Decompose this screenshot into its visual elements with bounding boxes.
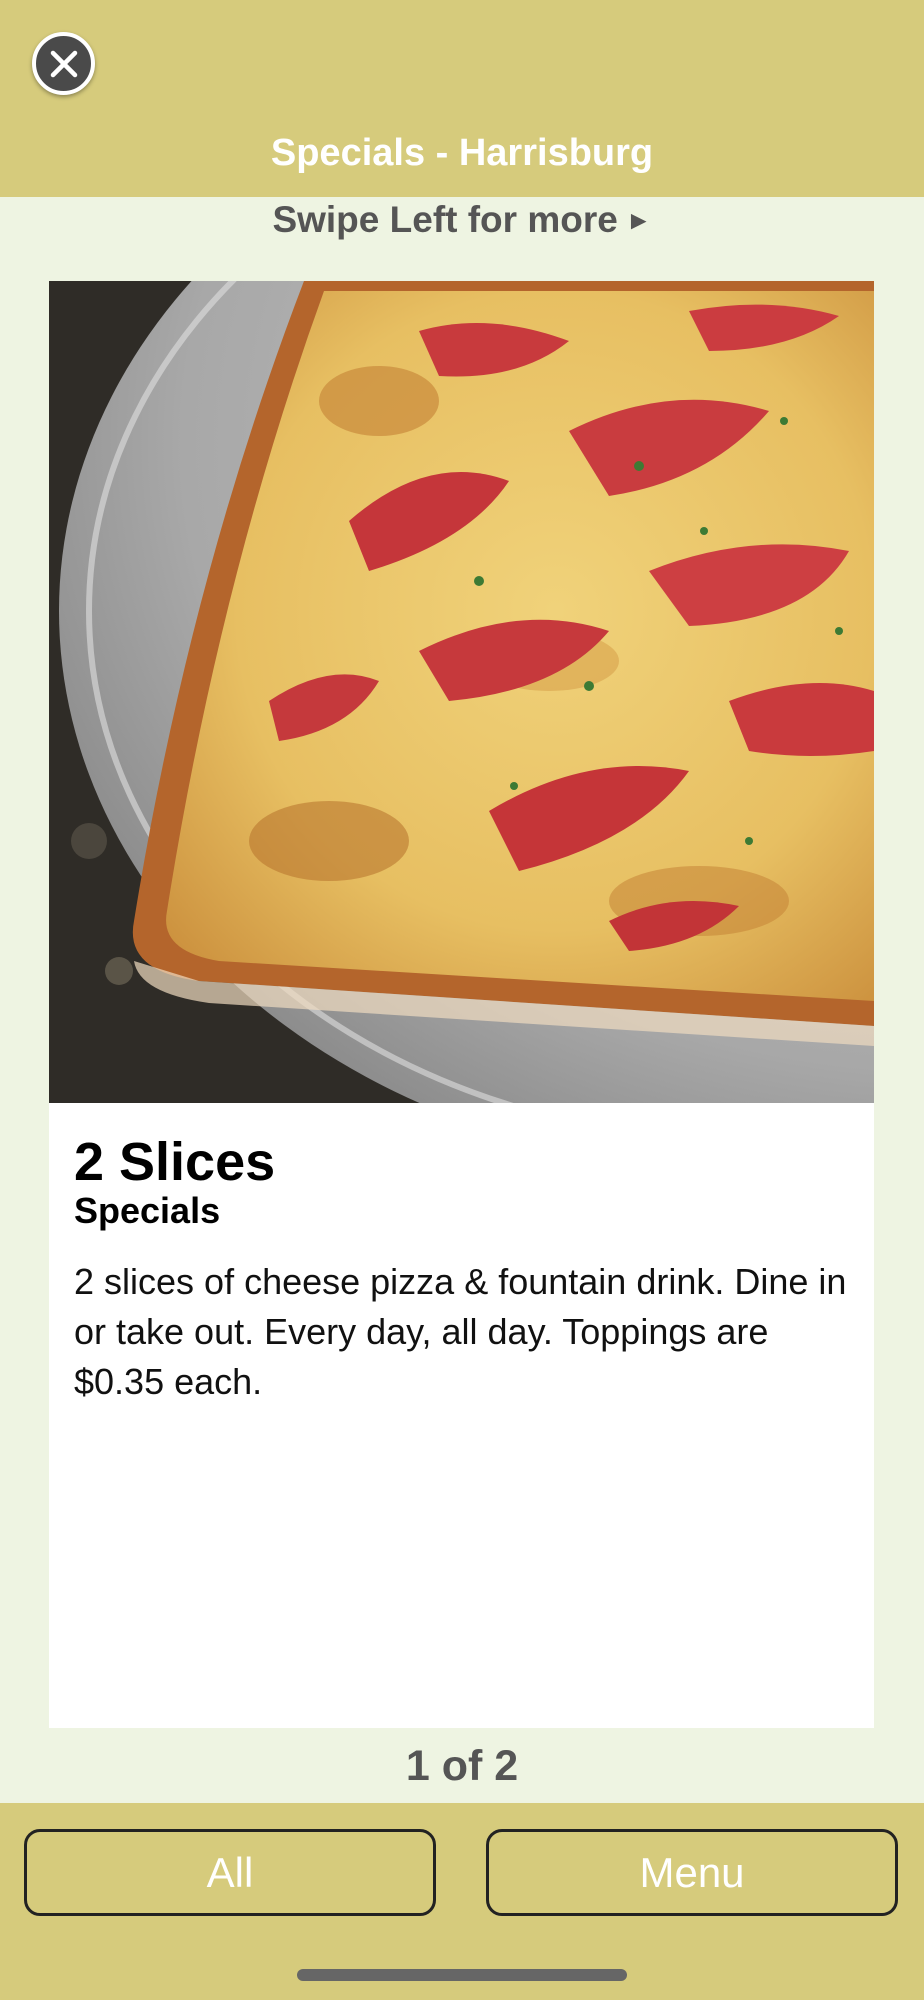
- top-bar: Specials - Harrisburg: [0, 0, 924, 197]
- right-arrow-icon: ►: [625, 205, 652, 235]
- menu-button[interactable]: Menu: [486, 1829, 898, 1916]
- bottom-bar: All Menu: [0, 1803, 924, 2000]
- item-title: 2 Slices: [74, 1132, 276, 1192]
- home-indicator[interactable]: [297, 1969, 627, 1981]
- swipe-hint: Swipe Left for more ►: [0, 196, 924, 244]
- special-card[interactable]: 2 Slices Specials 2 slices of cheese piz…: [49, 281, 874, 1728]
- item-description: 2 slices of cheese pizza & fountain drin…: [74, 1261, 847, 1402]
- page-title: Specials - Harrisburg: [270, 132, 654, 174]
- close-button[interactable]: [32, 32, 95, 95]
- pizza-photo: [49, 281, 874, 1103]
- item-category: Specials: [74, 1190, 221, 1231]
- close-icon: [50, 50, 77, 77]
- page-indicator: 1 of 2: [405, 1742, 519, 1790]
- swipe-hint-text: Swipe Left for more: [272, 199, 618, 240]
- all-button[interactable]: All: [24, 1829, 436, 1916]
